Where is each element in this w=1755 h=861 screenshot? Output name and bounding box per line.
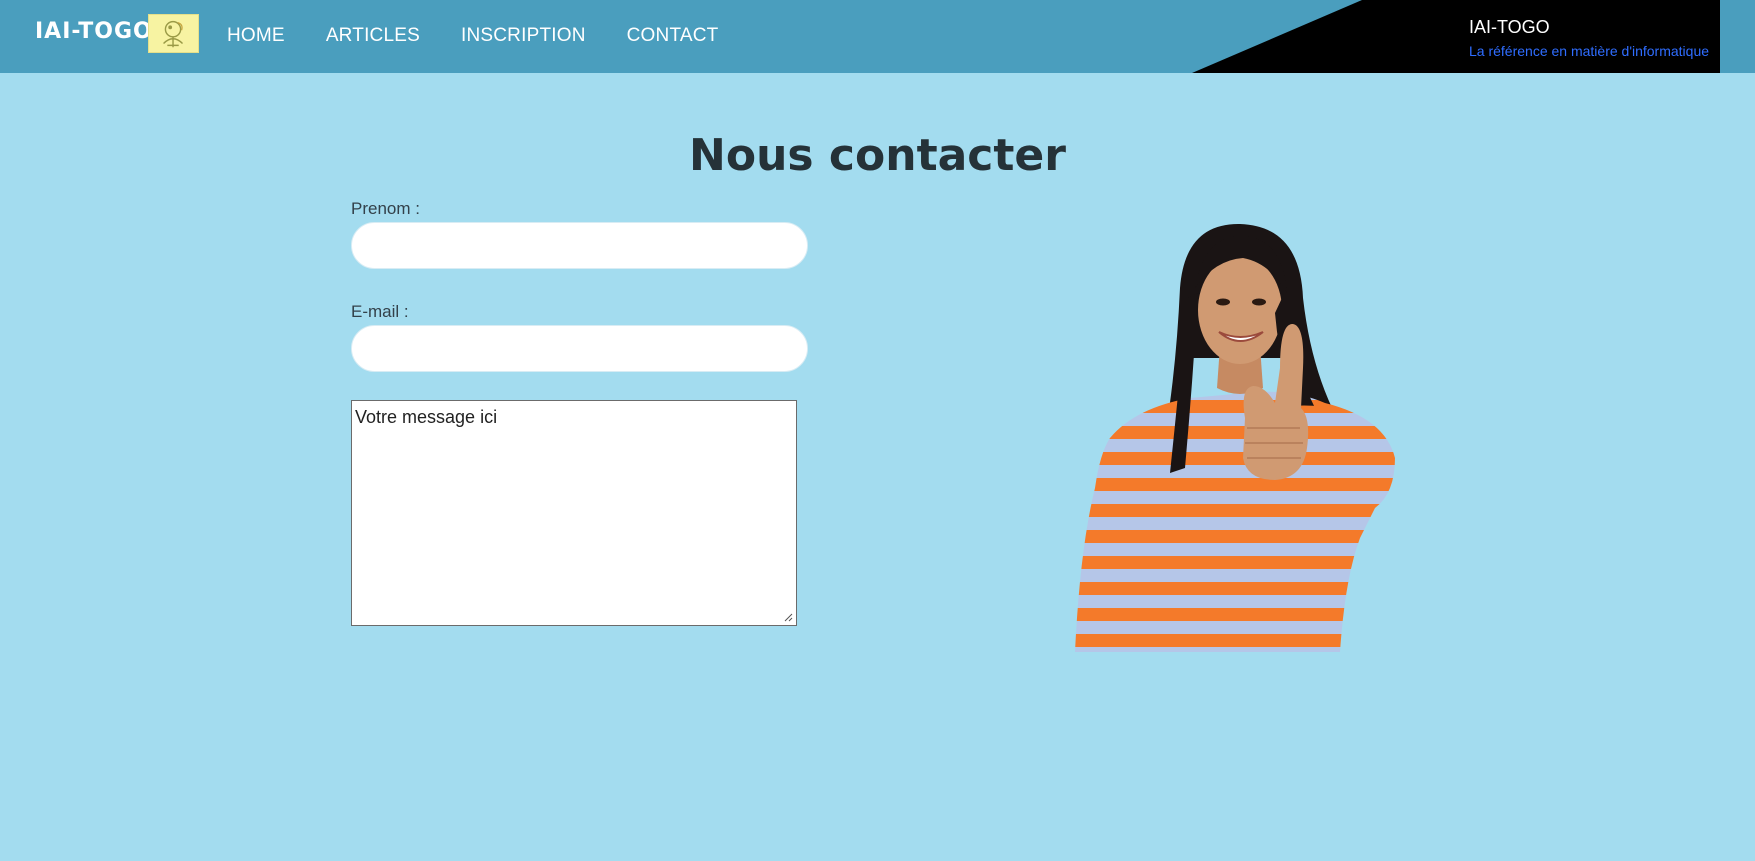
nav-contact[interactable]: CONTACT: [627, 25, 719, 47]
resize-handle-icon[interactable]: [784, 613, 793, 622]
corner-title: IAI-TOGO: [1469, 17, 1550, 37]
page-title: Nous contacter: [689, 130, 1066, 181]
brand-name[interactable]: IAI-TOGO: [35, 19, 153, 44]
prenom-input[interactable]: [351, 222, 808, 269]
message-text: Votre message ici: [355, 407, 498, 427]
top-navbar: IAI-TOGO HOME ARTICLES INSCRIPTION CONTA…: [0, 0, 1755, 73]
woman-thumbs-up-photo: [1075, 223, 1395, 652]
iai-logo-icon[interactable]: [148, 14, 199, 53]
nav-home[interactable]: HOME: [227, 25, 285, 47]
main-nav: HOME ARTICLES INSCRIPTION CONTACT: [227, 25, 718, 47]
header-corner-panel: [1192, 0, 1720, 73]
nav-articles[interactable]: ARTICLES: [326, 25, 420, 47]
message-textarea[interactable]: Votre message ici: [351, 400, 797, 626]
email-input[interactable]: [351, 325, 808, 372]
email-label: E-mail :: [351, 302, 409, 321]
nav-inscription[interactable]: INSCRIPTION: [461, 25, 586, 47]
corner-tagline: La référence en matière d'informatique: [1469, 43, 1710, 59]
prenom-label: Prenom :: [351, 199, 420, 218]
